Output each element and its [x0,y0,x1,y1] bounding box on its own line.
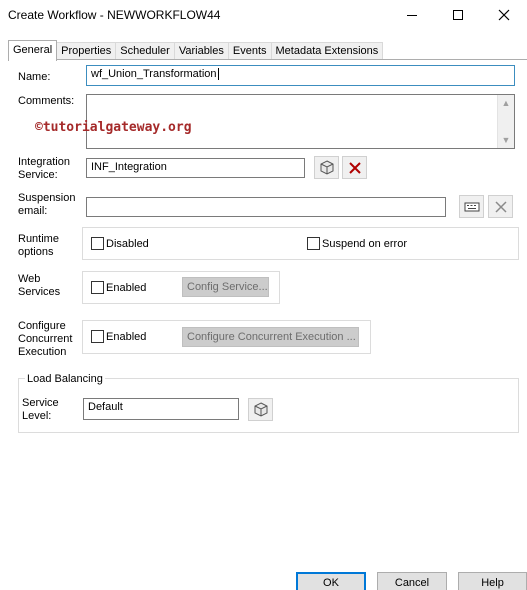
integration-service-input[interactable]: INF_Integration [86,158,305,178]
concurrent-label-line2: Concurrent [18,333,73,345]
tab-metadata-extensions[interactable]: Metadata Extensions [270,42,384,60]
concurrent-enabled-label: Enabled [106,330,147,343]
clear-email-button[interactable] [488,195,513,218]
runtime-options-label-line1: Runtime [18,233,59,245]
suspend-on-error-checkbox-box[interactable] [307,237,320,250]
disabled-checkbox[interactable]: Disabled [91,237,149,250]
integration-service-label-line2: Service: [18,169,58,181]
minimize-icon [407,14,417,16]
maximize-icon [453,10,463,20]
suspend-on-error-checkbox-label: Suspend on error [322,237,407,250]
suspend-on-error-checkbox[interactable]: Suspend on error [307,237,407,250]
web-services-label-line1: Web [18,273,41,285]
keyboard-icon [464,202,479,211]
scroll-up-icon[interactable]: ▲ [498,95,514,111]
integration-service-label-line1: Integration [18,156,70,168]
comments-scrollbar[interactable]: ▲ ▼ [497,95,514,148]
comments-label: Comments: [18,95,75,107]
browse-integration-button[interactable] [314,156,339,179]
tab-general[interactable]: General [8,40,58,61]
clear-integration-button[interactable] [342,156,367,179]
browse-service-level-button[interactable] [248,398,273,421]
title-bar: Create Workflow - NEWWORKFLOW44 [0,0,527,30]
clear-x-icon [494,200,507,213]
concurrent-label-line1: Configure [18,320,66,332]
web-services-enabled-label: Enabled [106,281,147,294]
suspension-email-label-line1: Suspension [18,192,76,204]
ok-button[interactable]: OK [296,572,366,590]
scroll-down-icon[interactable]: ▼ [498,132,514,148]
web-services-label-line2: Services [18,286,61,298]
close-button[interactable] [481,0,527,30]
help-button[interactable]: Help [458,572,527,590]
tab-strip: General Properties Scheduler Variables E… [8,40,384,61]
web-services-enabled-checkbox[interactable]: Enabled [91,281,146,294]
window-title: Create Workflow - NEWWORKFLOW44 [8,8,221,22]
minimize-button[interactable] [389,0,435,30]
concurrent-enabled-checkbox[interactable]: Enabled [91,330,146,343]
text-caret [217,68,219,81]
watermark-text: ©tutorialgateway.org [35,120,192,135]
email-editor-button[interactable] [459,195,484,218]
maximize-button[interactable] [435,0,481,30]
runtime-options-label-line2: options [18,246,54,258]
service-level-input[interactable]: Default [83,398,239,420]
name-input-value: wf_Union_Transformation [91,68,217,80]
config-service-button[interactable]: Config Service... [182,277,269,297]
web-services-enabled-checkbox-box[interactable] [91,281,104,294]
disabled-checkbox-box[interactable] [91,237,104,250]
disabled-checkbox-label: Disabled [106,237,149,250]
close-icon [498,9,510,21]
cancel-button[interactable]: Cancel [377,572,447,590]
name-input[interactable]: wf_Union_Transformation [86,65,515,86]
name-label: Name: [18,71,51,83]
configure-concurrent-execution-button[interactable]: Configure Concurrent Execution ... [182,327,359,347]
suspension-email-label-line2: email: [18,205,48,217]
service-level-value: Default [88,401,123,413]
tab-properties[interactable]: Properties [56,42,117,60]
load-balancing-legend: Load Balancing [25,373,105,385]
cube-icon [320,159,333,175]
integration-service-value: INF_Integration [91,161,167,173]
concurrent-enabled-checkbox-box[interactable] [91,330,104,343]
service-level-label-line2: Level: [22,410,52,422]
cube-icon [254,401,267,417]
suspension-email-input[interactable] [86,197,446,217]
concurrent-label-line3: Execution [18,346,67,358]
delete-x-icon [348,161,361,174]
service-level-label-line1: Service [22,397,59,409]
tab-variables[interactable]: Variables [173,42,229,60]
tab-scheduler[interactable]: Scheduler [115,42,175,60]
tab-events[interactable]: Events [227,42,272,60]
